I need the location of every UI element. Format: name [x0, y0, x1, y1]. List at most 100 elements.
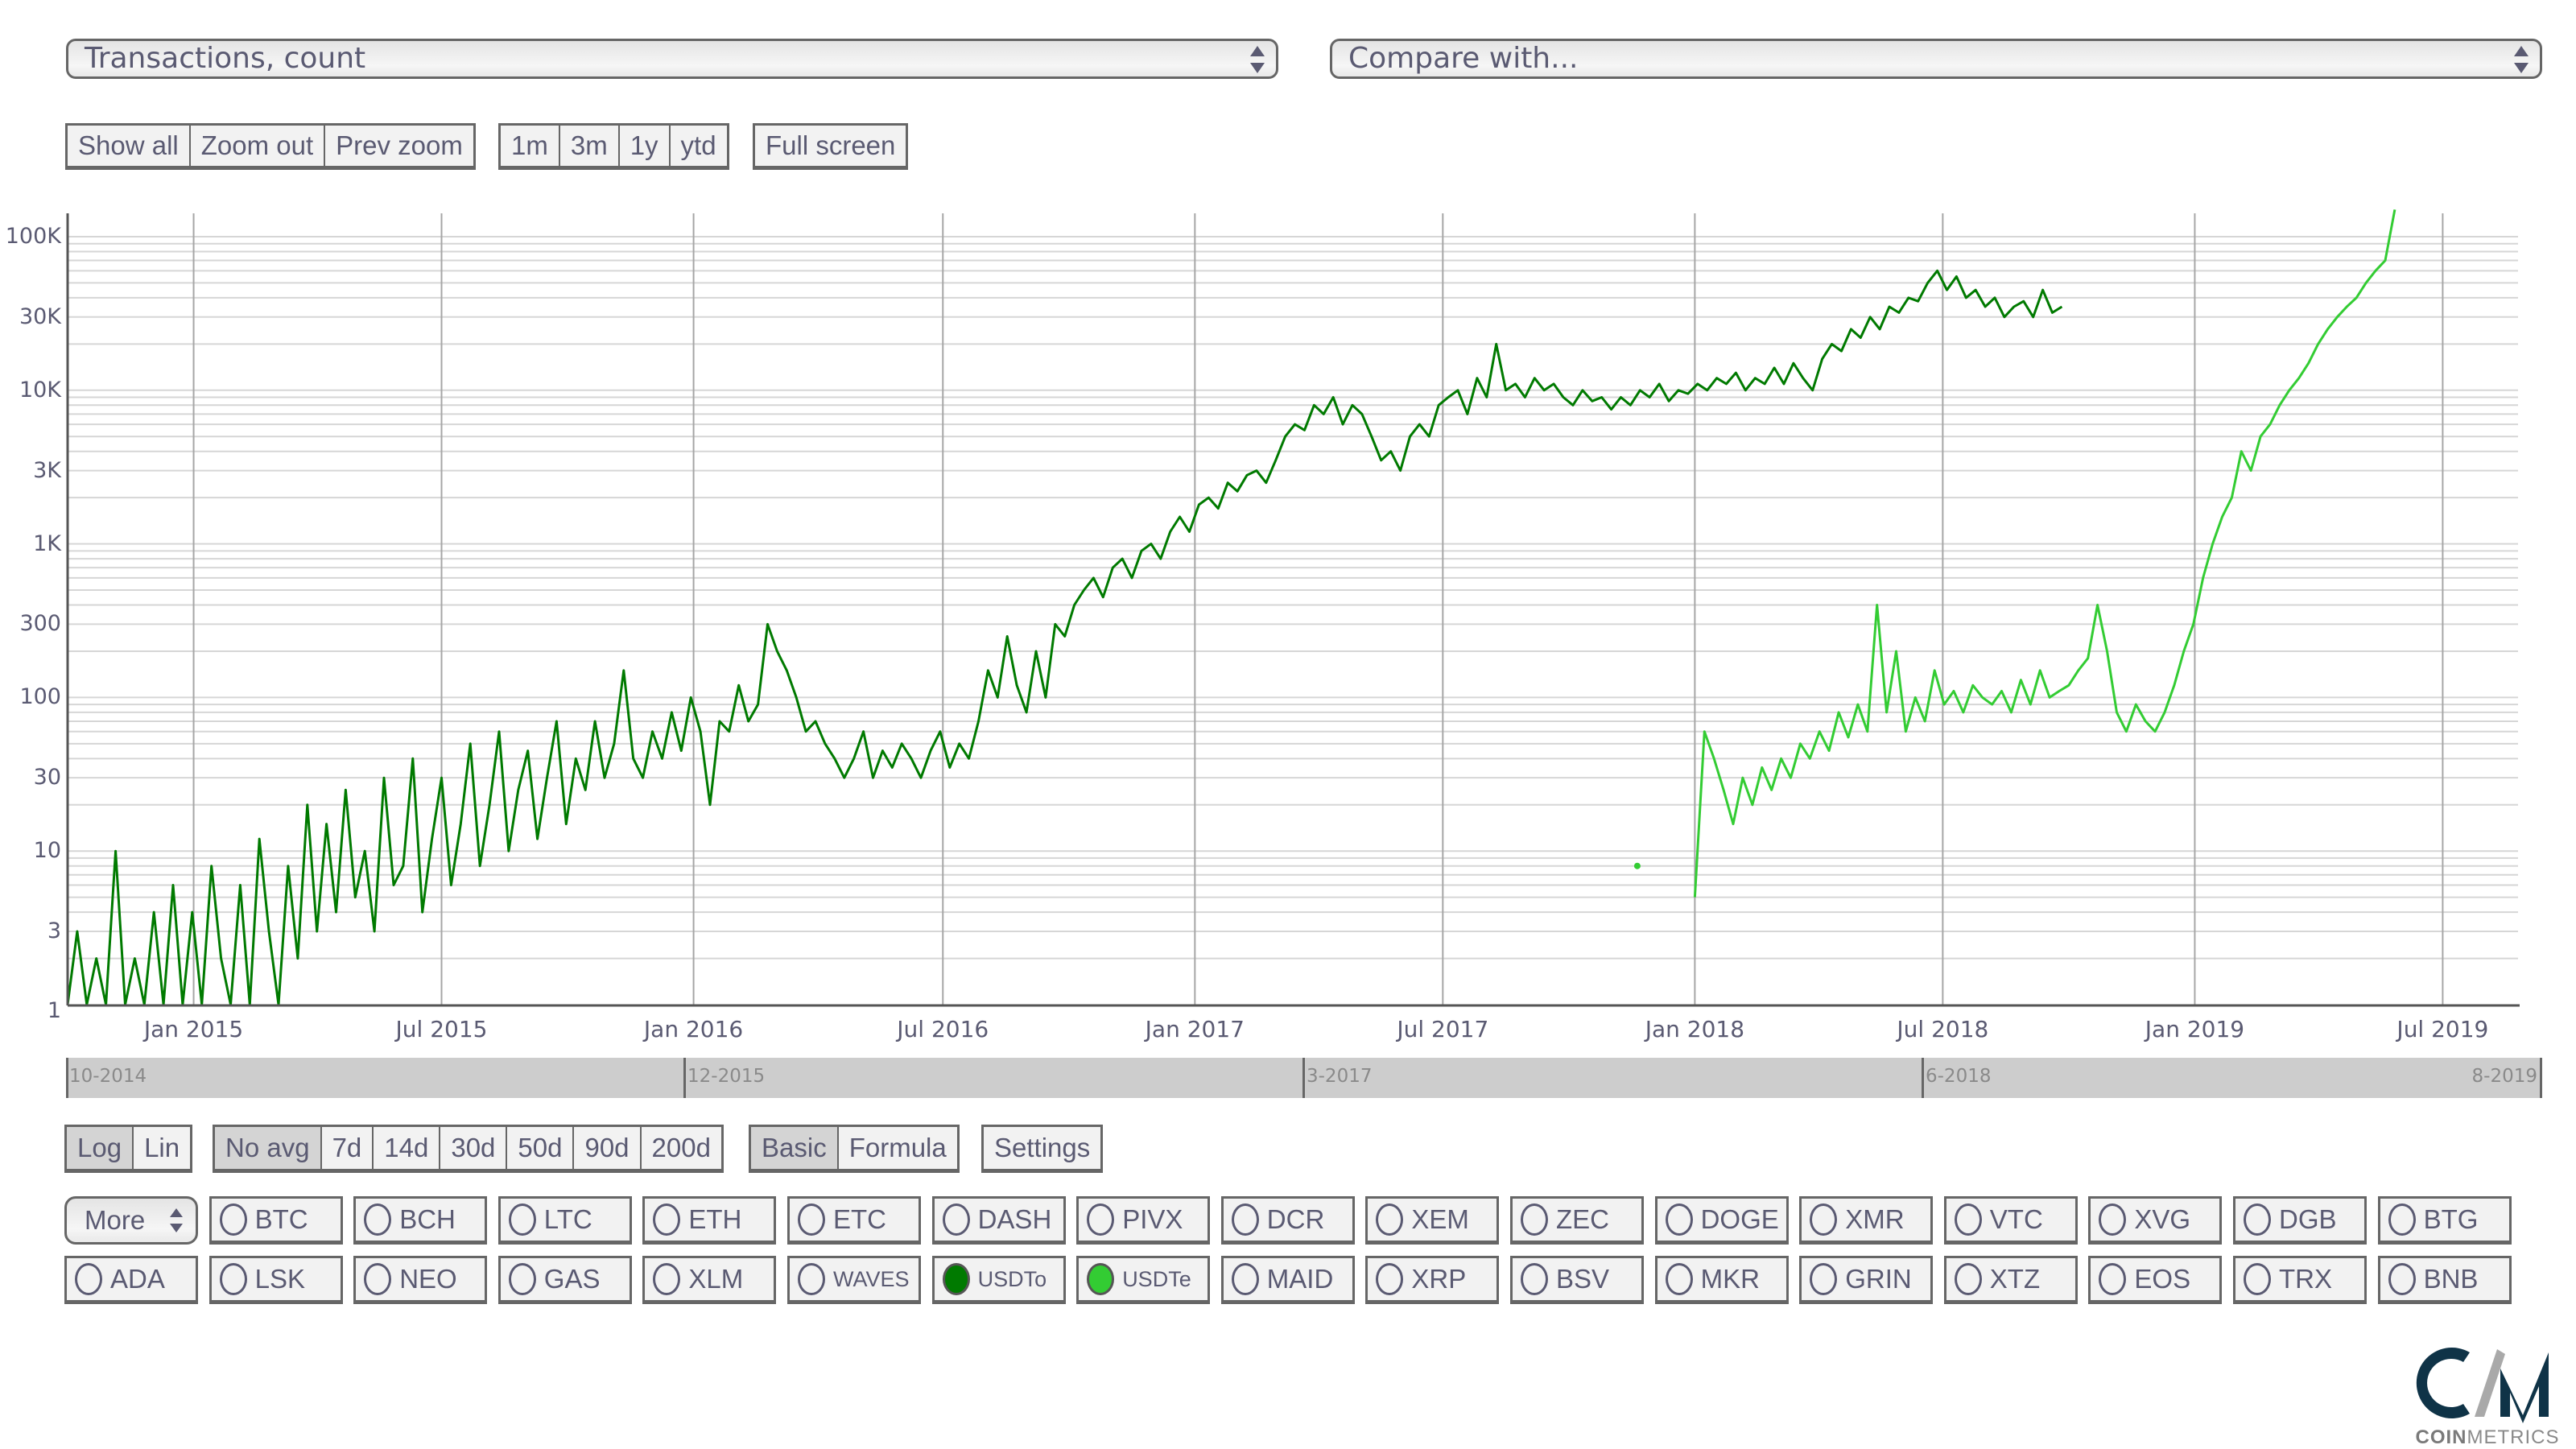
y-tick-label: 100	[19, 684, 61, 710]
asset-toggle-usdte[interactable]: USDTe	[1076, 1256, 1211, 1304]
radio-unchecked-icon[interactable]	[2388, 1263, 2416, 1295]
more-select[interactable]: More	[64, 1196, 198, 1245]
radio-unchecked-icon[interactable]	[1231, 1263, 1259, 1295]
radio-unchecked-icon[interactable]	[942, 1203, 970, 1236]
radio-unchecked-icon[interactable]	[364, 1263, 392, 1295]
avg-200d-button[interactable]: 200d	[641, 1127, 721, 1169]
time-navigator[interactable]: 10-2014 12-2015 3-2017 6-2018 8-2019	[66, 1058, 2542, 1098]
lin-scale-button[interactable]: Lin	[134, 1127, 191, 1169]
asset-label: USDTe	[1122, 1266, 1191, 1291]
asset-toggle-trx[interactable]: TRX	[2233, 1256, 2367, 1304]
radio-unchecked-icon[interactable]	[508, 1203, 536, 1236]
asset-toggle-xtz[interactable]: XTZ	[1943, 1256, 2078, 1304]
asset-toggle-bsv[interactable]: BSV	[1510, 1256, 1644, 1304]
navigator-handle[interactable]	[66, 1058, 68, 1098]
asset-toggle-ada[interactable]: ADA	[64, 1256, 198, 1304]
asset-toggle-gas[interactable]: GAS	[497, 1256, 632, 1304]
y-tick-label: 300	[19, 611, 61, 637]
asset-label: MAID	[1266, 1264, 1334, 1294]
radio-unchecked-icon[interactable]	[364, 1203, 392, 1236]
asset-toggle-maid[interactable]: MAID	[1220, 1256, 1355, 1304]
asset-toggle-xlm[interactable]: XLM	[642, 1256, 777, 1304]
asset-toggle-dcr[interactable]: DCR	[1220, 1196, 1355, 1245]
asset-label: ZEC	[1556, 1204, 1609, 1234]
radio-unchecked-icon[interactable]	[2388, 1203, 2416, 1236]
transactions-chart[interactable]	[0, 0, 2576, 1046]
radio-unchecked-icon[interactable]	[1810, 1263, 1838, 1295]
navigator-handle[interactable]	[2540, 1058, 2542, 1098]
navigator-label: 8-2019	[2471, 1066, 2537, 1087]
navigator-divider	[1922, 1058, 1924, 1098]
asset-toggle-bch[interactable]: BCH	[353, 1196, 488, 1245]
radio-checked-icon[interactable]	[942, 1263, 970, 1295]
asset-toggle-vtc[interactable]: VTC	[1943, 1196, 2078, 1245]
asset-toggle-eth[interactable]: ETH	[642, 1196, 777, 1245]
asset-toggle-btg[interactable]: BTG	[2377, 1196, 2512, 1245]
asset-toggle-eos[interactable]: EOS	[2088, 1256, 2223, 1304]
radio-unchecked-icon[interactable]	[798, 1263, 825, 1295]
formula-mode-button[interactable]: Formula	[838, 1127, 957, 1169]
asset-toggle-pivx[interactable]: PIVX	[1076, 1196, 1211, 1245]
log-scale-button[interactable]: Log	[67, 1127, 134, 1169]
radio-unchecked-icon[interactable]	[1810, 1203, 1838, 1236]
radio-unchecked-icon[interactable]	[1665, 1203, 1693, 1236]
asset-toggle-doge[interactable]: DOGE	[1654, 1196, 1789, 1245]
asset-toggle-xem[interactable]: XEM	[1365, 1196, 1500, 1245]
radio-unchecked-icon[interactable]	[1231, 1203, 1259, 1236]
radio-unchecked-icon[interactable]	[1665, 1263, 1693, 1295]
avg-14d-button[interactable]: 14d	[374, 1127, 441, 1169]
asset-label: LTC	[543, 1204, 592, 1234]
asset-toggle-btc[interactable]: BTC	[208, 1196, 343, 1245]
avg-30d-button[interactable]: 30d	[440, 1127, 508, 1169]
asset-label: MKR	[1700, 1264, 1760, 1294]
settings-button[interactable]: Settings	[984, 1127, 1101, 1169]
radio-unchecked-icon[interactable]	[653, 1263, 681, 1295]
radio-unchecked-icon[interactable]	[2099, 1203, 2127, 1236]
basic-mode-button[interactable]: Basic	[751, 1127, 839, 1169]
navigator-divider	[1302, 1058, 1305, 1098]
radio-unchecked-icon[interactable]	[1087, 1203, 1115, 1236]
radio-unchecked-icon[interactable]	[1376, 1203, 1404, 1236]
asset-label: XLM	[688, 1264, 744, 1294]
navigator-divider	[683, 1058, 686, 1098]
radio-unchecked-icon[interactable]	[2099, 1263, 2127, 1295]
x-tick-label: Jul 2019	[2396, 1016, 2489, 1042]
asset-label: ETC	[833, 1204, 886, 1234]
radio-unchecked-icon[interactable]	[1376, 1263, 1404, 1295]
asset-toggle-neo[interactable]: NEO	[353, 1256, 488, 1304]
asset-toggle-dgb[interactable]: DGB	[2233, 1196, 2367, 1245]
radio-unchecked-icon[interactable]	[1954, 1263, 1982, 1295]
radio-unchecked-icon[interactable]	[1954, 1203, 1982, 1236]
asset-label: ADA	[110, 1264, 165, 1294]
asset-toggle-xmr[interactable]: XMR	[1799, 1196, 1934, 1245]
radio-unchecked-icon[interactable]	[219, 1263, 247, 1295]
asset-toggle-waves[interactable]: WAVES	[787, 1256, 921, 1304]
radio-checked-icon[interactable]	[1087, 1263, 1115, 1295]
asset-toggle-dash[interactable]: DASH	[931, 1196, 1066, 1245]
avg-90d-button[interactable]: 90d	[574, 1127, 642, 1169]
asset-toggle-xrp[interactable]: XRP	[1365, 1256, 1500, 1304]
radio-unchecked-icon[interactable]	[798, 1203, 825, 1236]
radio-unchecked-icon[interactable]	[2244, 1263, 2271, 1295]
radio-unchecked-icon[interactable]	[2244, 1203, 2271, 1236]
asset-toggle-lsk[interactable]: LSK	[208, 1256, 343, 1304]
asset-toggle-zec[interactable]: ZEC	[1510, 1196, 1644, 1245]
asset-toggle-etc[interactable]: ETC	[787, 1196, 921, 1245]
radio-unchecked-icon[interactable]	[1521, 1263, 1548, 1295]
asset-toggle-xvg[interactable]: XVG	[2088, 1196, 2223, 1245]
radio-unchecked-icon[interactable]	[653, 1203, 681, 1236]
asset-toggle-ltc[interactable]: LTC	[497, 1196, 632, 1245]
no-avg-button[interactable]: No avg	[215, 1127, 322, 1169]
radio-unchecked-icon[interactable]	[75, 1263, 102, 1295]
asset-toggle-mkr[interactable]: MKR	[1654, 1256, 1789, 1304]
y-tick-label: 3	[47, 918, 61, 943]
avg-50d-button[interactable]: 50d	[507, 1127, 575, 1169]
radio-unchecked-icon[interactable]	[1521, 1203, 1548, 1236]
radio-unchecked-icon[interactable]	[219, 1203, 247, 1236]
asset-toggle-usdto[interactable]: USDTo	[931, 1256, 1066, 1304]
asset-toggle-grin[interactable]: GRIN	[1799, 1256, 1934, 1304]
avg-7d-button[interactable]: 7d	[321, 1127, 374, 1169]
asset-toggle-bnb[interactable]: BNB	[2377, 1256, 2512, 1304]
radio-unchecked-icon[interactable]	[508, 1263, 536, 1295]
x-tick-label: Jan 2015	[143, 1016, 244, 1042]
